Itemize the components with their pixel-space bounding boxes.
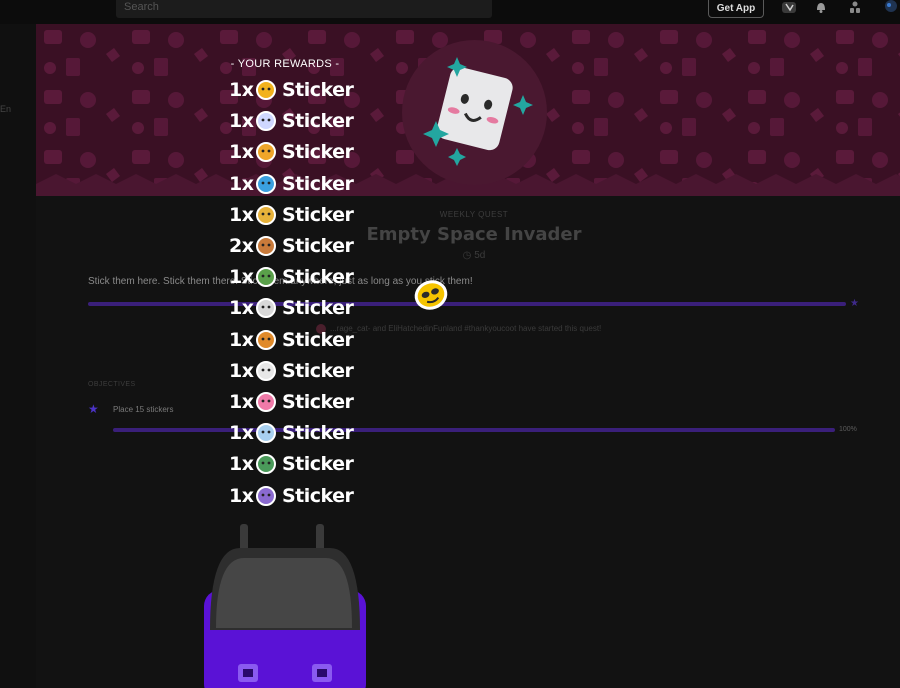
gold-sticker-icon[interactable] [412,276,450,314]
left-rail: En [0,24,36,688]
participants-label: ...rage_cat- and EliHatchedinFunland #th… [330,324,602,334]
reward-row: 1x Sticker [229,450,359,478]
reward-quantity: 1x [229,359,254,382]
reward-label: Sticker [282,484,354,507]
reward-label: Sticker [282,266,354,289]
reward-quantity: 1x [229,141,254,164]
reward-label: Sticker [282,359,354,382]
objectives-header: OBJECTIVES [88,381,136,388]
reward-row: 1x Sticker [229,201,359,229]
reward-row: 1x Sticker [229,107,359,135]
reward-row: 1x Sticker [229,76,359,104]
users-icon[interactable] [846,0,864,14]
objective-progress-text: 100% [839,426,857,433]
reward-row: 1x Sticker [229,482,359,510]
reward-quantity: 1x [229,297,254,320]
reward-quantity: 1x [229,266,254,289]
quest-category: WEEKLY QUEST [439,210,509,219]
rewards-title: - YOUR REWARDS - [230,58,340,70]
reward-label: Sticker [282,141,354,164]
profile-icon[interactable] [882,0,900,14]
reward-label: Sticker [282,328,354,351]
boy-face-sticker-icon [256,236,276,256]
reward-label: Sticker [282,235,354,257]
bowtie-sticker-icon [256,360,276,381]
reward-label: Sticker [282,203,354,226]
cloud-cap-sticker-icon [256,423,276,444]
star-icon: ★ [850,298,859,309]
search-input[interactable]: Search [116,0,492,18]
store-icon[interactable] [780,0,798,14]
purple-hood-sticker-icon [256,485,276,506]
marshmallow-sticker-icon [423,57,533,166]
sunglasses-sticker-icon [256,298,276,319]
reward-quantity: 1x [229,422,254,445]
cap-face-sticker-icon [256,267,276,288]
reward-row: 1x Sticker [229,294,359,322]
reward-label: Sticker [282,422,354,445]
reward-label: Sticker [282,453,354,476]
reward-row: 1x Sticker [229,388,359,416]
ghost-sticker-icon [256,111,276,132]
lol-sticker-icon [256,173,276,194]
guitar-sticker-icon [256,329,276,350]
reward-label: Sticker [282,110,354,133]
get-app-button[interactable]: Get App [708,0,764,18]
bell-icon[interactable] [812,0,830,14]
reward-quantity: 1x [229,484,254,507]
reward-label: Sticker [282,79,354,101]
clock-icon: ◷ [462,250,472,261]
reward-label: Sticker [282,297,354,320]
reward-row: 1x Sticker [229,263,359,291]
objective-label: Place 15 stickers [113,405,174,414]
explosion-sticker-icon [256,204,276,225]
reward-quantity: 1x [229,110,254,133]
reward-quantity: 1x [229,203,254,226]
objective-star-icon: ★ [88,402,99,416]
yellow-car-sticker-icon [256,80,276,100]
reward-row: 1x Sticker [229,170,359,198]
quest-timer: ◷ 5d [0,250,900,261]
objective-progress-bar [113,428,835,432]
reward-row: 1x Sticker [229,419,359,447]
reward-row: 1x Sticker [229,357,359,385]
pink-bow-sticker-icon [256,392,276,412]
left-rail-text: En [0,104,12,114]
reward-quantity: 1x [229,328,254,351]
laughing-face-sticker-icon [256,142,276,163]
quest-title: Empty Space Invader [366,224,582,245]
reward-label: Sticker [282,172,354,195]
reward-row: 1x Sticker [229,138,359,166]
top-bar: Search Get App [0,0,900,24]
reward-label: Sticker [282,391,354,413]
reward-quantity: 1x [229,453,254,476]
time-left: 5d [474,250,486,261]
reward-row: 2x Sticker [229,232,359,260]
reward-quantity: 2x [229,235,254,257]
reward-quantity: 1x [229,172,254,195]
quest-progress-track [88,302,846,306]
reward-quantity: 1x [229,79,254,101]
robot-mascot [204,524,366,688]
reward-row: 1x Sticker [229,326,359,354]
duck-sticker-icon [256,454,276,475]
reward-quantity: 1x [229,391,254,413]
